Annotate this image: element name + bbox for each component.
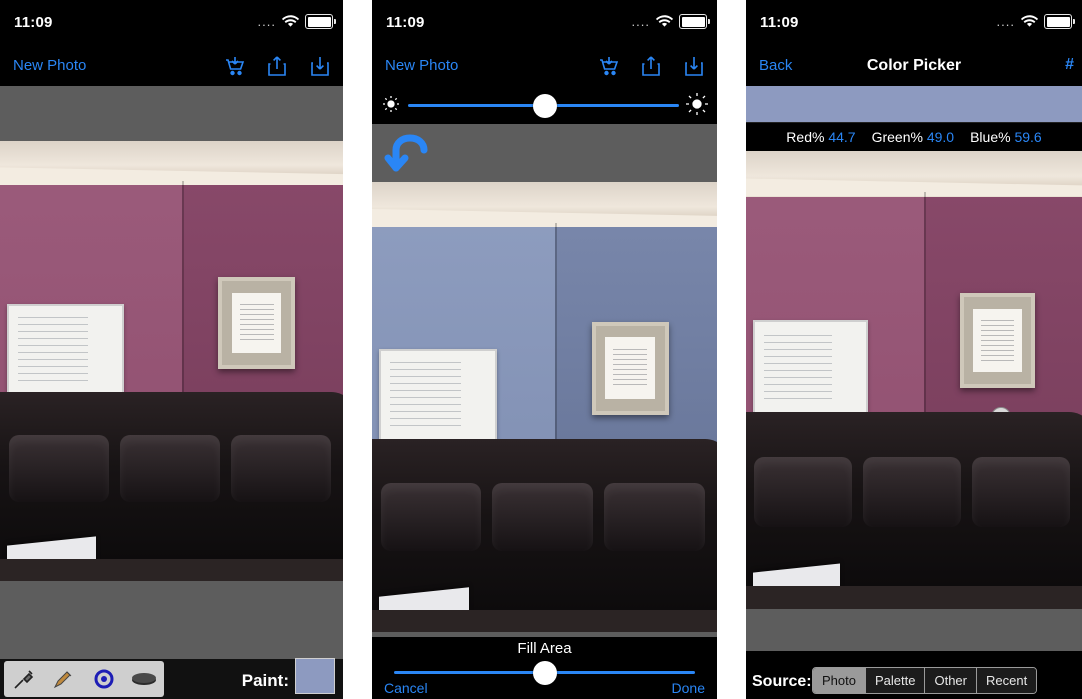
nav-title-new-photo[interactable]: New Photo — [13, 57, 86, 74]
wifi-icon — [656, 15, 673, 28]
whiteboard — [752, 320, 868, 426]
screenshot-stage: 11:09 .... New Photo Paint: 11:09 .... N… — [0, 0, 1082, 699]
source-bar: Source: Photo Palette Other Recent — [746, 655, 1082, 699]
floor — [746, 586, 1082, 609]
nav-title-new-photo[interactable]: New Photo — [385, 57, 458, 74]
status-time: 11:09 — [386, 14, 425, 31]
cart-download-icon[interactable] — [223, 54, 247, 80]
whiteboard — [6, 303, 125, 405]
nav-bar: New Photo — [372, 48, 717, 86]
status-indicators: .... — [996, 13, 1075, 29]
fill-area-title: Fill Area — [517, 640, 572, 657]
tool-palette-row: Paint: — [0, 658, 343, 699]
picture-frame — [959, 292, 1035, 388]
page-title: Color Picker — [866, 57, 962, 74]
save-download-icon[interactable] — [309, 54, 333, 80]
screen-fill-area: 11:09 .... New Photo Fill Area Cancel Do… — [372, 0, 717, 699]
battery-full-icon — [1044, 14, 1075, 29]
paint-color-swatch[interactable] — [295, 658, 335, 694]
wifi-icon — [1021, 15, 1038, 28]
battery-full-icon — [305, 14, 336, 29]
red-label: Red% — [786, 129, 825, 145]
fill-area-panel: Fill Area Cancel Done — [372, 637, 717, 699]
cart-download-icon[interactable] — [597, 54, 621, 80]
undo-row — [372, 124, 717, 182]
toolbar-gray-band — [0, 86, 343, 141]
status-bar: 11:09 .... — [372, 0, 717, 48]
segment-other[interactable]: Other — [925, 668, 977, 693]
whiteboard — [378, 348, 497, 452]
battery-full-icon — [679, 14, 710, 29]
status-indicators: .... — [631, 13, 710, 29]
save-download-icon[interactable] — [683, 54, 707, 80]
screen-color-picker: 11:09 .... Back Color Picker # Red% 44.7… — [746, 0, 1082, 699]
nav-actions — [223, 54, 333, 80]
blue-value: 59.6 — [1014, 129, 1042, 145]
cancel-button[interactable]: Cancel — [384, 680, 428, 696]
sun-small-icon — [382, 95, 400, 118]
green-label: Green% — [871, 129, 923, 145]
brightness-knob[interactable] — [533, 94, 557, 118]
brightness-slider-row[interactable] — [372, 86, 717, 124]
couch — [372, 438, 717, 610]
color-preview — [746, 86, 1082, 123]
screen-new-photo: 11:09 .... New Photo Paint: — [0, 0, 343, 699]
couch — [746, 412, 1082, 587]
source-segmented-control[interactable]: Photo Palette Other Recent — [812, 667, 1038, 694]
lower-gray-band — [746, 609, 1082, 651]
red-channel: Red% 44.7 — [786, 129, 855, 145]
share-icon[interactable] — [266, 54, 290, 80]
photo-canvas[interactable] — [0, 141, 343, 581]
share-icon[interactable] — [640, 54, 664, 80]
green-value: 49.0 — [926, 129, 955, 145]
undo-arrow-icon[interactable] — [384, 128, 436, 181]
picture-frame — [591, 321, 669, 415]
paintbrush-icon[interactable] — [44, 661, 84, 697]
color-channel-values: Red% 44.7 Green% 49.0 Blue% 59.6 — [746, 123, 1082, 151]
status-indicators: .... — [257, 13, 336, 29]
eraser-icon[interactable] — [124, 661, 164, 697]
status-time: 11:09 — [760, 14, 799, 31]
source-row: Source: Photo Palette Other Recent — [746, 655, 1082, 699]
nav-bar: Back Color Picker # — [746, 48, 1082, 86]
tool-box — [4, 661, 164, 697]
fill-area-bar: Fill Area Cancel Done — [372, 637, 717, 699]
status-bar: 11:09 .... — [0, 0, 343, 48]
status-time: 11:09 — [14, 14, 53, 31]
green-channel: Green% 49.0 — [872, 129, 955, 145]
nav-actions — [597, 54, 707, 80]
fill-circle-icon[interactable] — [84, 661, 124, 697]
bottom-toolbar: Paint: — [0, 658, 343, 699]
fill-tolerance-knob[interactable] — [532, 661, 557, 685]
couch — [0, 391, 343, 559]
hex-toggle-button[interactable]: # — [1065, 56, 1074, 74]
segment-photo[interactable]: Photo — [813, 668, 866, 693]
floor — [0, 559, 343, 581]
eyedropper-icon[interactable] — [4, 661, 44, 697]
nav-bar: New Photo — [0, 48, 343, 86]
signal-dots-icon: .... — [631, 13, 650, 29]
blue-label: Blue% — [970, 129, 1011, 145]
segment-palette[interactable]: Palette — [865, 668, 926, 693]
signal-dots-icon: .... — [257, 13, 276, 29]
wifi-icon — [282, 15, 299, 28]
source-label: Source: — [752, 673, 812, 690]
segment-recent[interactable]: Recent — [976, 668, 1037, 693]
status-bar: 11:09 .... — [746, 0, 1082, 48]
signal-dots-icon: .... — [996, 13, 1015, 29]
sun-large-icon — [685, 92, 709, 121]
red-value: 44.7 — [828, 129, 856, 145]
floor — [372, 609, 717, 632]
picture-frame — [218, 277, 295, 369]
done-button[interactable]: Done — [672, 680, 705, 696]
photo-canvas[interactable] — [372, 182, 717, 632]
photo-canvas[interactable] — [746, 151, 1082, 609]
paint-label: Paint: — [241, 671, 289, 690]
blue-channel: Blue% 59.6 — [970, 129, 1042, 145]
